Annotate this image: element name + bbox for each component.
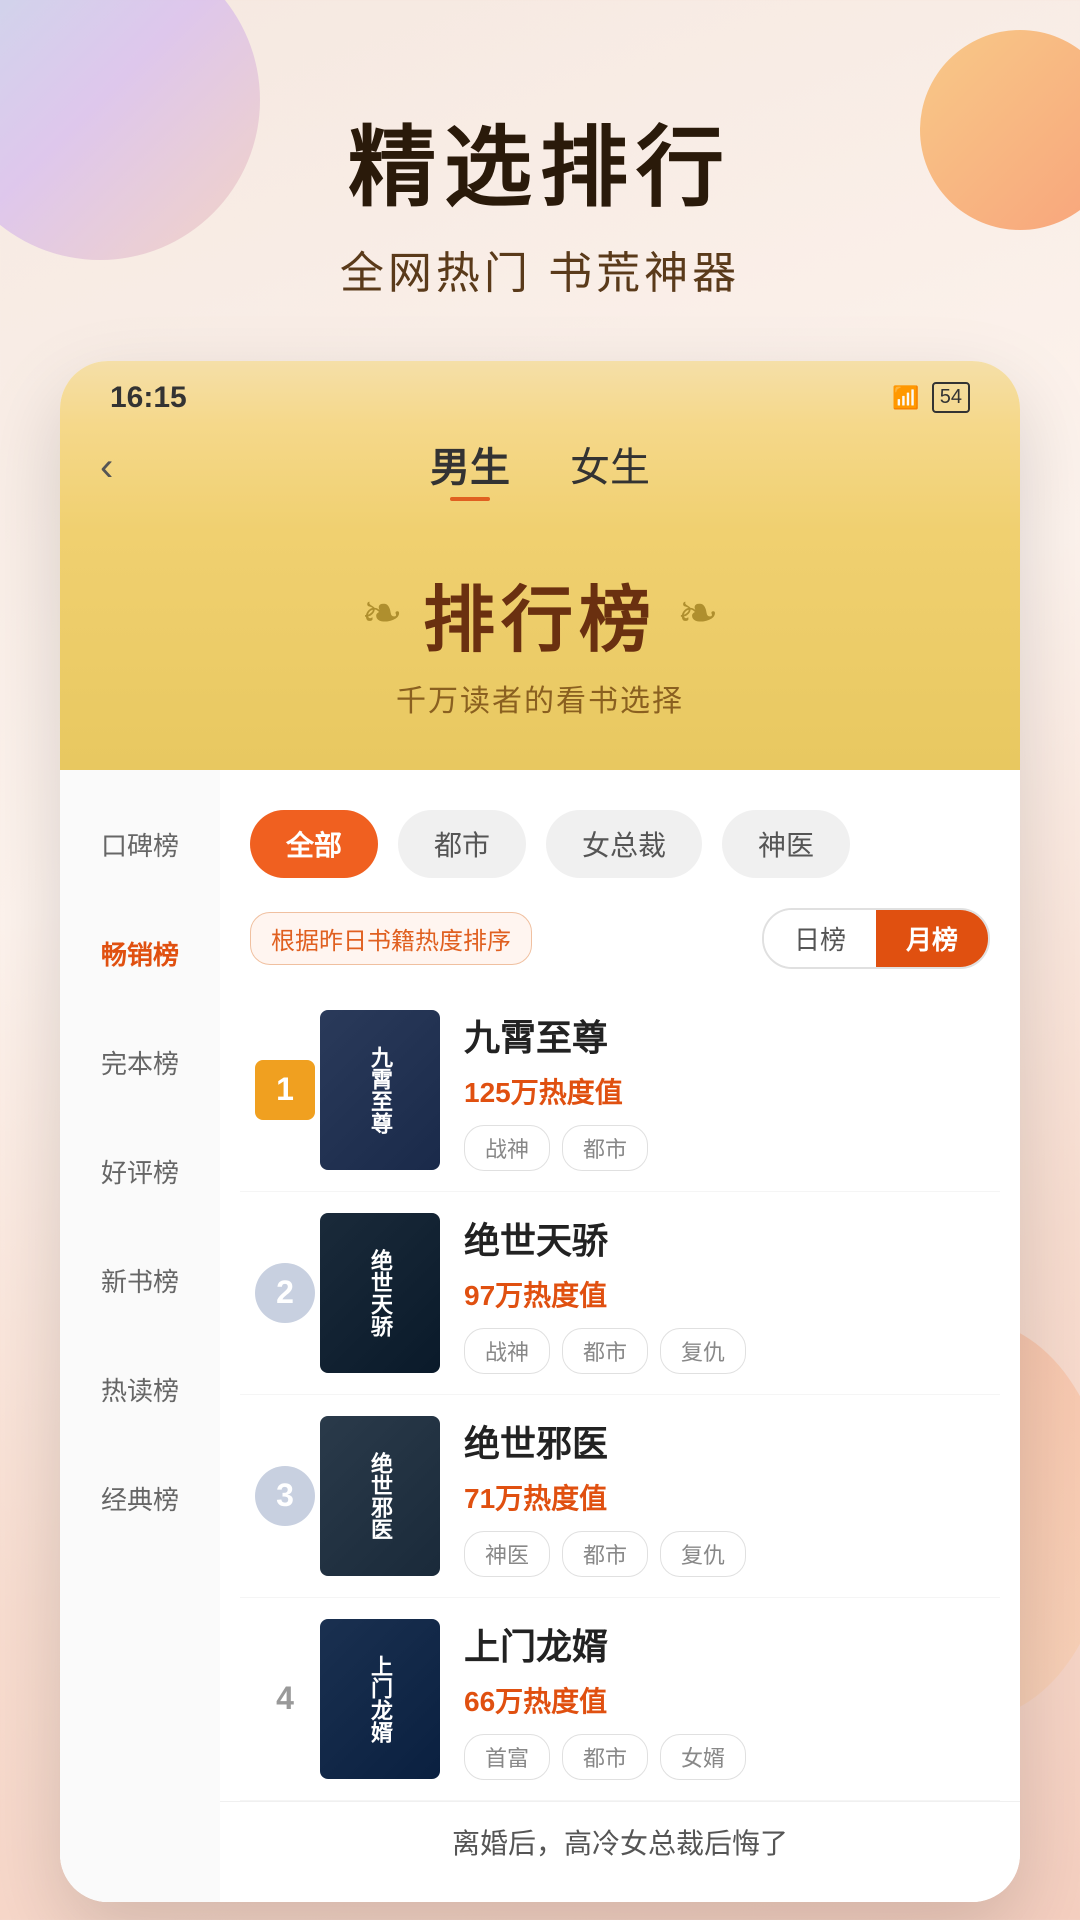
book-info-2: 绝世天骄 97万热度值 战神 都市 复仇	[464, 1212, 990, 1374]
sidebar-item-new[interactable]: 新书榜	[60, 1226, 220, 1335]
hero-subtitle: 全网热门 书荒神器	[0, 237, 1080, 301]
wifi-icon: 📶	[892, 385, 919, 411]
book-tags-2: 战神 都市 复仇	[464, 1328, 990, 1374]
rank-badge-3: 3	[250, 1466, 320, 1526]
book-heat-2: 97万热度值	[464, 1274, 990, 1314]
book-tag: 首富	[464, 1734, 550, 1780]
sort-info: 根据昨日书籍热度排序 日榜 月榜	[220, 898, 1020, 989]
filter-tab-all[interactable]: 全部	[250, 810, 378, 878]
book-cover-3: 绝世邪医	[320, 1416, 440, 1576]
book-info-4: 上门龙婿 66万热度值 首富 都市 女婿	[464, 1618, 990, 1780]
rank-badge-1: 1	[250, 1060, 320, 1120]
rank-number-2: 2	[255, 1263, 315, 1323]
book-tag: 都市	[562, 1125, 648, 1171]
sidebar-item-complete[interactable]: 完本榜	[60, 1008, 220, 1117]
book-tags-3: 神医 都市 复仇	[464, 1531, 990, 1577]
sidebar: 口碑榜 畅销榜 完本榜 好评榜 新书榜 热读榜 经典榜	[60, 770, 220, 1902]
laurel-left-icon: ❧	[361, 584, 403, 642]
laurel-right-icon: ❧	[677, 584, 719, 642]
rank-badge-4: 4	[250, 1680, 320, 1717]
book-tag: 都市	[562, 1531, 648, 1577]
book-heat-1: 125万热度值	[464, 1071, 990, 1111]
sidebar-item-hot[interactable]: 热读榜	[60, 1335, 220, 1444]
book-info-1: 九霄至尊 125万热度值 战神 都市	[464, 1009, 990, 1171]
book-title-3: 绝世邪医	[464, 1415, 990, 1467]
hero-title: 精选排行	[0, 120, 1080, 217]
book-info-3: 绝世邪医 71万热度值 神医 都市 复仇	[464, 1415, 990, 1577]
bottom-peek: 离婚后，高冷女总裁后悔了	[220, 1801, 1020, 1882]
book-cover-4: 上门龙婿	[320, 1619, 440, 1779]
book-tag: 复仇	[660, 1531, 746, 1577]
rank-number-3: 3	[255, 1466, 315, 1526]
book-item-1[interactable]: 1 九霄至尊 九霄至尊 125万热度值 战神 都市	[240, 989, 1000, 1192]
rank-badge-2: 2	[250, 1263, 320, 1323]
banner-title: 排行榜	[423, 561, 657, 666]
banner-description: 千万读者的看书选择	[110, 676, 970, 720]
sidebar-item-bestseller[interactable]: 畅销榜	[60, 899, 220, 1008]
book-heat-3: 71万热度值	[464, 1477, 990, 1517]
book-cover-1: 九霄至尊	[320, 1010, 440, 1170]
book-item-2[interactable]: 2 绝世天骄 绝世天骄 97万热度值 战神 都市 复仇	[240, 1192, 1000, 1395]
book-tag: 都市	[562, 1328, 648, 1374]
book-tag: 神医	[464, 1531, 550, 1577]
book-tag: 都市	[562, 1734, 648, 1780]
status-bar: 16:15 📶 54	[60, 361, 1020, 425]
book-tag: 战神	[464, 1328, 550, 1374]
phone-mockup: 16:15 📶 54 ‹ 男生 女生 ❧ 排行榜 ❧ 千万读者的看书选择 口碑榜…	[60, 361, 1020, 1902]
sidebar-item-classic[interactable]: 经典榜	[60, 1444, 220, 1553]
rank-number-4: 4	[276, 1680, 294, 1716]
sort-text: 根据昨日书籍热度排序	[250, 912, 532, 965]
book-tag: 战神	[464, 1125, 550, 1171]
rank-number-1: 1	[255, 1060, 315, 1120]
book-item-4[interactable]: 4 上门龙婿 上门龙婿 66万热度值 首富 都市 女婿	[240, 1598, 1000, 1801]
filter-tab-city[interactable]: 都市	[398, 810, 526, 878]
main-content: 口碑榜 畅销榜 完本榜 好评榜 新书榜 热读榜 经典榜 全部 都市 女总裁 神医…	[60, 770, 1020, 1902]
book-heat-4: 66万热度值	[464, 1680, 990, 1720]
banner-section: ❧ 排行榜 ❧ 千万读者的看书选择	[60, 531, 1020, 770]
filter-tab-ceo[interactable]: 女总裁	[546, 810, 702, 878]
book-tag: 女婿	[660, 1734, 746, 1780]
battery-icon: 54	[932, 382, 970, 413]
banner-laurel: ❧ 排行榜 ❧	[110, 561, 970, 666]
book-item-3[interactable]: 3 绝世邪医 绝世邪医 71万热度值 神医 都市 复仇	[240, 1395, 1000, 1598]
book-title-4: 上门龙婿	[464, 1618, 990, 1670]
back-button[interactable]: ‹	[100, 445, 113, 490]
book-tags-1: 战神 都市	[464, 1125, 990, 1171]
book-title-1: 九霄至尊	[464, 1009, 990, 1061]
date-tab-daily[interactable]: 日榜	[764, 910, 876, 967]
book-tag: 复仇	[660, 1328, 746, 1374]
sidebar-item-reputation[interactable]: 口碑榜	[60, 790, 220, 899]
sidebar-item-praise[interactable]: 好评榜	[60, 1117, 220, 1226]
nav-tabs: 男生 女生	[430, 435, 650, 501]
date-tabs: 日榜 月榜	[762, 908, 990, 969]
book-list: 1 九霄至尊 九霄至尊 125万热度值 战神 都市	[220, 989, 1020, 1801]
book-tags-4: 首富 都市 女婿	[464, 1734, 990, 1780]
tab-female[interactable]: 女生	[570, 435, 650, 501]
book-title-2: 绝世天骄	[464, 1212, 990, 1264]
app-header: ‹ 男生 女生	[60, 425, 1020, 531]
status-icons: 📶 54	[892, 382, 970, 413]
filter-tabs: 全部 都市 女总裁 神医	[220, 790, 1020, 898]
hero-section: 精选排行 全网热门 书荒神器	[0, 0, 1080, 361]
status-time: 16:15	[110, 381, 187, 415]
date-tab-monthly[interactable]: 月榜	[876, 910, 988, 967]
filter-tab-doctor[interactable]: 神医	[722, 810, 850, 878]
book-cover-2: 绝世天骄	[320, 1213, 440, 1373]
content-area: 全部 都市 女总裁 神医 根据昨日书籍热度排序 日榜 月榜 1	[220, 770, 1020, 1902]
tab-male[interactable]: 男生	[430, 435, 510, 501]
